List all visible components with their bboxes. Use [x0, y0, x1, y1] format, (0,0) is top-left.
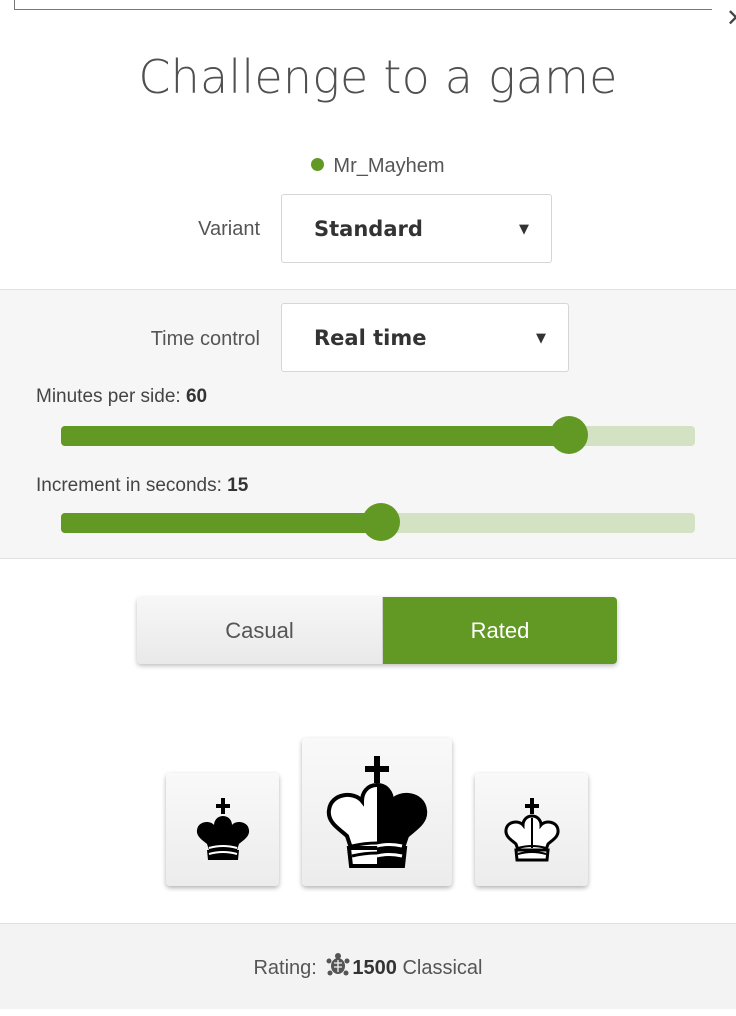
turtle-icon — [325, 928, 351, 1016]
time-settings-panel: Time control Real time ▼ Minutes per sid… — [0, 289, 736, 559]
dropdown-arrow-icon: ▼ — [536, 331, 546, 346]
minutes-label: Minutes per side: 60 — [36, 386, 208, 407]
game-mode-toggle: Casual Rated — [137, 597, 617, 664]
play-random-button[interactable] — [302, 738, 452, 886]
close-icon[interactable]: ✕ — [726, 6, 736, 30]
rating-label: Rating: — [253, 957, 323, 979]
black-king-icon — [196, 797, 249, 860]
variant-value: Standard — [314, 217, 423, 241]
dialog-title: Challenge to a game — [138, 50, 618, 104]
minutes-slider-handle[interactable] — [550, 416, 589, 454]
time-control-label: Time control — [150, 328, 260, 350]
minutes-slider-fill — [61, 426, 570, 446]
play-white-button[interactable] — [475, 773, 588, 886]
random-king-icon — [326, 756, 428, 868]
online-status-icon — [311, 158, 325, 171]
increment-slider-handle[interactable] — [362, 503, 401, 541]
variant-select[interactable]: Standard ▼ — [281, 194, 552, 263]
white-king-icon — [503, 797, 560, 861]
play-black-button[interactable] — [166, 773, 279, 886]
rating-value: 1500 — [352, 957, 397, 979]
dropdown-arrow-icon: ▼ — [519, 222, 529, 237]
time-control-select[interactable]: Real time ▼ — [281, 303, 569, 372]
increment-slider-fill — [61, 513, 382, 533]
increment-label: Increment in seconds: 15 — [36, 475, 249, 496]
opponent-name: Mr_Mayhem — [333, 155, 445, 177]
frame-edge — [14, 0, 15, 9]
minutes-value: 60 — [185, 386, 208, 407]
rating-footer: Rating: 1500 Classical — [0, 923, 736, 1009]
frame-divider — [14, 9, 712, 10]
rating-perf: Classical — [396, 957, 483, 979]
rated-button[interactable]: Rated — [383, 597, 617, 664]
increment-value: 15 — [227, 475, 249, 496]
variant-label: Variant — [198, 218, 260, 240]
minutes-slider[interactable] — [61, 416, 695, 454]
opponent[interactable]: Mr_Mayhem — [0, 152, 736, 180]
increment-slider[interactable] — [61, 503, 695, 541]
time-control-value: Real time — [314, 326, 427, 350]
casual-button[interactable]: Casual — [137, 597, 383, 664]
